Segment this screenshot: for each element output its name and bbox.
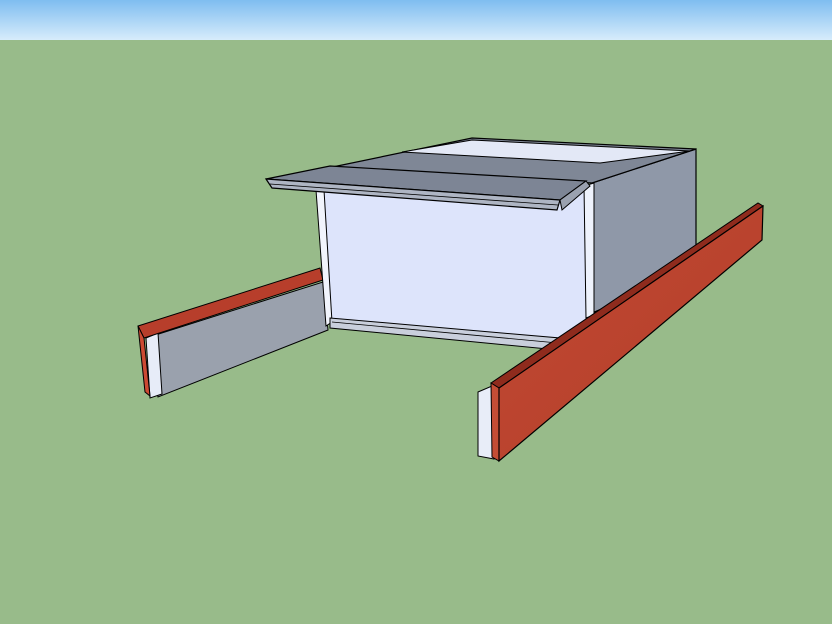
modeling-viewport[interactable]: [0, 0, 832, 624]
3d-scene[interactable]: [0, 0, 832, 624]
sky: [0, 0, 832, 40]
right-rail-red-face: [490, 382, 500, 462]
cabinet-right-post: [583, 182, 595, 319]
